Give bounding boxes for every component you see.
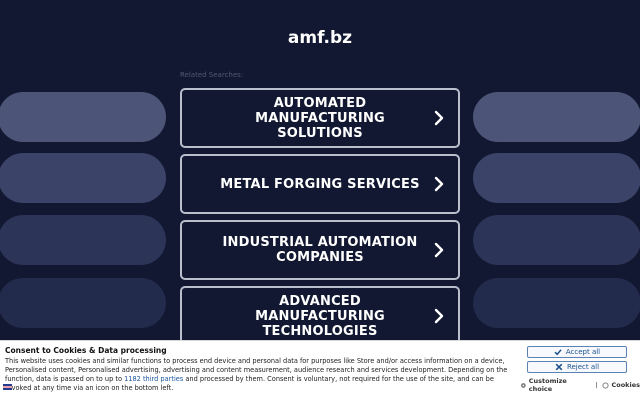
check-icon [554, 349, 562, 356]
consent-title: Consent to Cookies & Data processing [5, 346, 167, 355]
chevron-right-icon [434, 242, 444, 258]
decorative-pill-left-2 [0, 153, 166, 203]
customize-choice-link[interactable]: Customize choice [520, 377, 590, 393]
related-search-label: ADVANCED MANUFACTURING TECHNOLOGIES [255, 293, 385, 339]
decorative-pill-left-3 [0, 215, 166, 265]
cookie-icon [602, 381, 610, 389]
decorative-pill-left-1 [0, 92, 166, 142]
link-separator: | [595, 381, 598, 389]
related-search-link-2[interactable]: METAL FORGING SERVICES [180, 154, 460, 214]
flag-icon[interactable] [3, 384, 12, 390]
related-search-label: INDUSTRIAL AUTOMATION COMPANIES [222, 235, 418, 265]
chevron-right-icon [434, 176, 444, 192]
accept-all-label: Accept all [565, 348, 601, 356]
chevron-right-icon [434, 308, 444, 324]
accept-all-button[interactable]: Accept all [527, 346, 627, 358]
consent-description: This website uses cookies and similar fu… [5, 357, 511, 393]
reject-all-button[interactable]: Reject all [527, 361, 627, 373]
related-search-label: METAL FORGING SERVICES [220, 176, 420, 192]
related-searches-label: Related Searches: [180, 71, 244, 79]
decorative-pill-left-4 [0, 278, 166, 328]
third-parties-link[interactable]: 1182 third parties [124, 375, 183, 383]
reject-all-label: Reject all [566, 363, 600, 371]
related-search-label: AUTOMATED MANUFACTURING SOLUTIONS [255, 95, 385, 141]
related-search-link-1[interactable]: AUTOMATED MANUFACTURING SOLUTIONS [180, 88, 460, 148]
decorative-pill-right-4 [473, 278, 640, 328]
consent-secondary-links: Customize choice | Cookies [520, 377, 640, 393]
domain-title: amf.bz [287, 28, 353, 48]
related-search-link-3[interactable]: INDUSTRIAL AUTOMATION COMPANIES [180, 220, 460, 280]
cookies-label: Cookies [611, 381, 640, 389]
cookies-link[interactable]: Cookies [602, 381, 640, 389]
decorative-pill-right-2 [473, 153, 640, 203]
chevron-right-icon [434, 110, 444, 126]
decorative-pill-right-1 [473, 92, 640, 142]
gear-icon [521, 382, 526, 388]
close-icon [555, 363, 563, 371]
related-search-link-4[interactable]: ADVANCED MANUFACTURING TECHNOLOGIES [180, 286, 460, 346]
decorative-pill-right-3 [473, 215, 640, 265]
customize-choice-label: Customize choice [528, 377, 567, 393]
